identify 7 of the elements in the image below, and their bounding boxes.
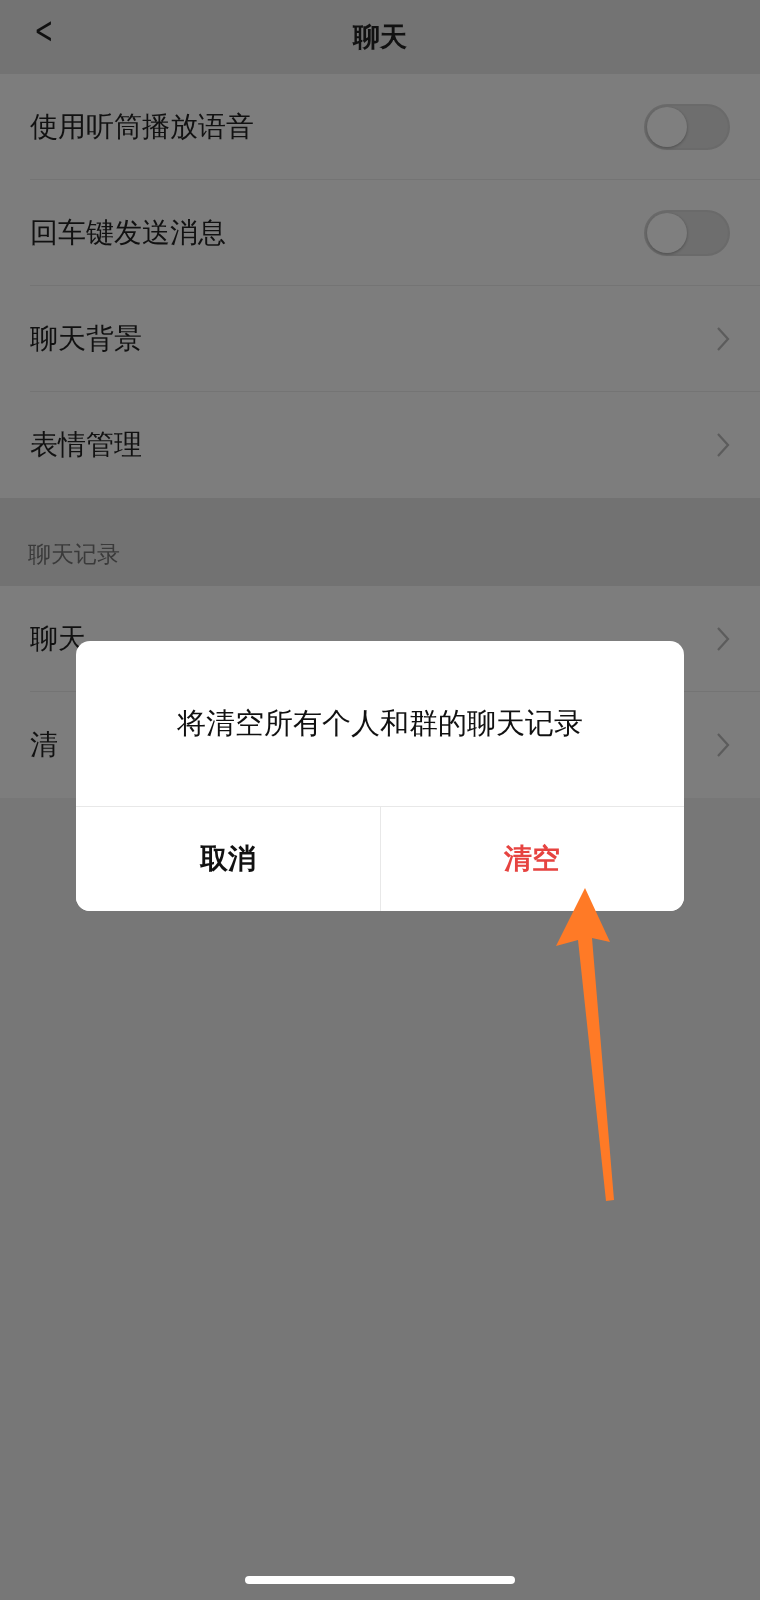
row-label: 聊天背景 bbox=[30, 320, 142, 357]
row-label: 回车键发送消息 bbox=[30, 214, 226, 251]
section-header: 聊天记录 bbox=[28, 540, 120, 569]
row-label: 使用听筒播放语音 bbox=[30, 108, 254, 145]
page-title: 聊天 bbox=[353, 20, 407, 54]
row-label: 表情管理 bbox=[30, 427, 142, 463]
row-label: 清 bbox=[30, 727, 58, 763]
